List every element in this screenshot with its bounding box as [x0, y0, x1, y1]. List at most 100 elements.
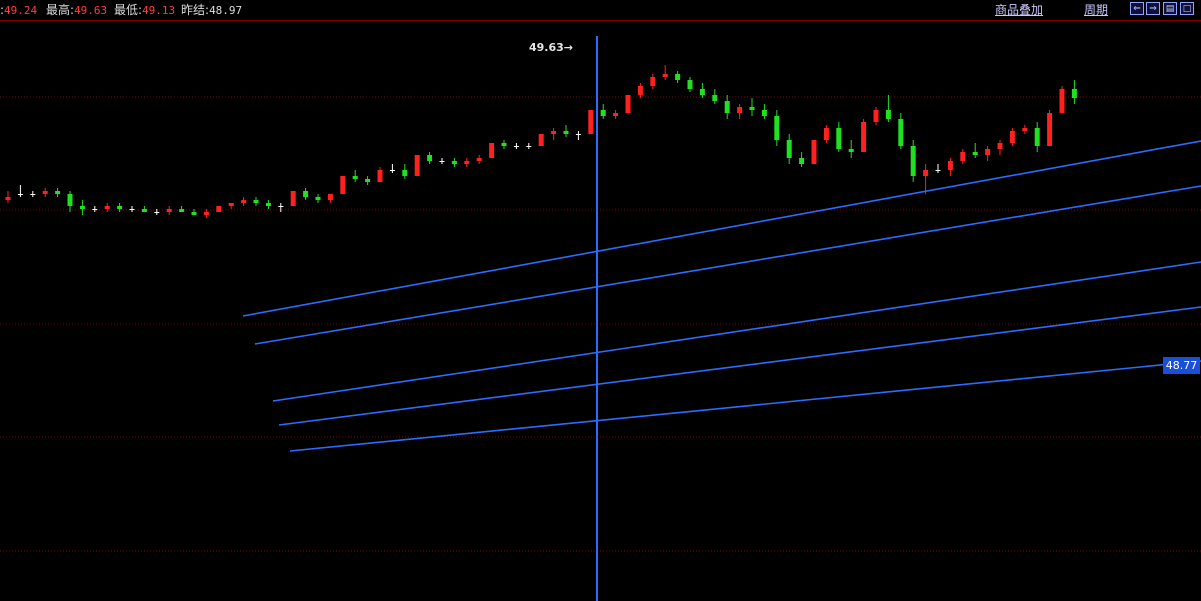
candle [265, 200, 271, 209]
candle-body [290, 191, 296, 206]
candle [613, 110, 619, 119]
candle [749, 98, 755, 116]
candle-body [501, 143, 507, 146]
candle-body [303, 191, 309, 197]
candle [141, 206, 147, 212]
candle-body [799, 158, 805, 164]
trend-line-0 [242, 140, 1201, 317]
candle-body [836, 128, 842, 149]
overlay-menu[interactable]: 商品叠加 [995, 0, 1043, 20]
candle [451, 158, 457, 167]
candle-body [538, 134, 544, 146]
candle-body [637, 86, 643, 95]
candle-body [439, 161, 445, 162]
candle-body [861, 122, 867, 152]
candle [724, 95, 730, 119]
prev-close-value: 48.97 [209, 4, 243, 17]
candle [117, 203, 123, 212]
expand-right-icon[interactable]: ⇒ [1146, 2, 1160, 15]
open-value-group: :49.24 [0, 3, 38, 17]
candle [873, 107, 879, 125]
candle [42, 188, 48, 197]
candle [278, 203, 284, 212]
split-view-icon[interactable]: ▤ [1163, 2, 1177, 15]
candle [526, 143, 532, 149]
candle [737, 104, 743, 119]
candle-body [898, 119, 904, 146]
candle [786, 134, 792, 164]
candle-body [526, 146, 532, 147]
candle [439, 158, 445, 164]
candle [5, 191, 11, 203]
candle-body [1034, 128, 1040, 146]
candle [67, 191, 73, 212]
single-view-icon[interactable]: □ [1180, 2, 1194, 15]
candle [414, 155, 420, 176]
period-menu[interactable]: 周期 [1084, 0, 1108, 20]
candle [464, 158, 470, 167]
candle-body [662, 74, 668, 77]
candle [823, 125, 829, 143]
candle-body [960, 152, 966, 161]
candle [241, 197, 247, 206]
candle [699, 83, 705, 98]
candle [687, 77, 693, 92]
candle-body [377, 170, 383, 182]
candle-body [848, 149, 854, 152]
candle-body [79, 206, 85, 209]
candle [761, 104, 767, 119]
candle [637, 83, 643, 98]
prev-close-label: 昨结 [181, 3, 206, 17]
candle [340, 176, 346, 194]
candle-body [699, 89, 705, 95]
candle [427, 152, 433, 164]
candle [947, 158, 953, 176]
candle-body [675, 74, 681, 80]
candle-body [67, 194, 73, 206]
candle-body [253, 200, 259, 203]
candle-body [811, 140, 817, 164]
candle [389, 164, 395, 173]
shrink-left-icon[interactable]: ⇐ [1130, 2, 1144, 15]
candle-body [588, 110, 594, 134]
candle [898, 113, 904, 149]
candle [327, 194, 333, 203]
candle [563, 125, 569, 137]
candle-body [216, 206, 222, 212]
candle-body [340, 176, 346, 194]
candle-body [17, 194, 23, 195]
candle-body [389, 170, 395, 171]
candle-body [749, 107, 755, 110]
candle [600, 104, 606, 119]
candle-body [551, 131, 557, 134]
candle [216, 206, 222, 212]
candle [55, 188, 61, 197]
candle-body [761, 110, 767, 116]
candle-body [5, 197, 11, 200]
candle [92, 206, 98, 212]
candle-body [154, 212, 160, 213]
candle-body [935, 170, 941, 171]
candle-body [228, 203, 234, 206]
candle [290, 191, 296, 206]
candle [179, 206, 185, 212]
candle-body [997, 143, 1003, 149]
candle-body [1059, 89, 1065, 113]
open-value: 49.24 [4, 4, 38, 17]
candles [5, 65, 1077, 218]
candle-body [315, 197, 321, 200]
candle [575, 131, 581, 140]
candlestick-chart[interactable] [0, 21, 1201, 601]
candle-body [774, 116, 780, 140]
candle [513, 143, 519, 149]
candle-body [30, 194, 36, 195]
candle [1022, 125, 1028, 134]
candle [228, 203, 234, 209]
candle [836, 122, 842, 152]
candle [129, 206, 135, 212]
candle-body [179, 209, 185, 212]
trend-channel [242, 140, 1201, 452]
low-group: 最低:49.13 [114, 3, 176, 17]
candle [104, 203, 110, 212]
candle [935, 164, 941, 173]
